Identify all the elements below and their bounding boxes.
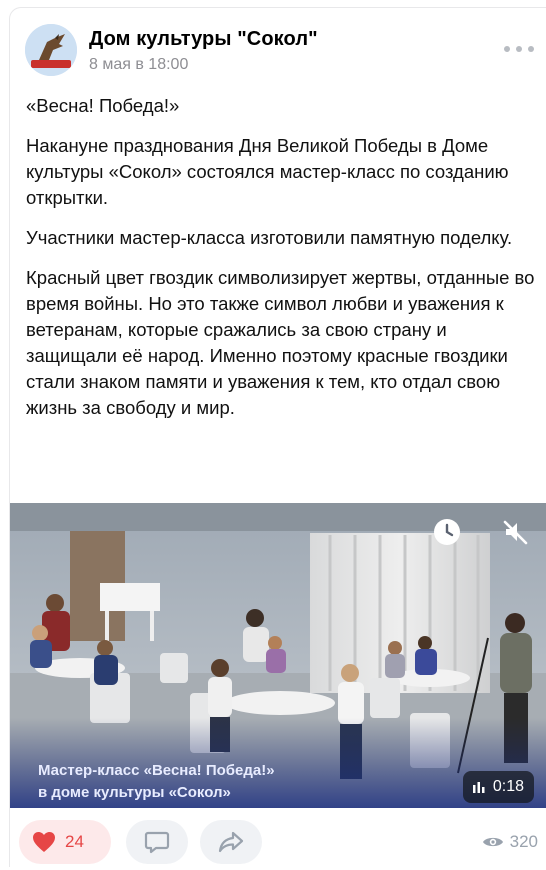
comment-icon <box>144 831 170 854</box>
post-paragraph: Участники мастер-класса изготовили памят… <box>26 227 513 248</box>
video-caption-line: в доме культуры «Сокол» <box>38 784 231 801</box>
author-name[interactable]: Дом культуры "Сокол" <box>89 28 318 51</box>
post-paragraph: Накануне празднования Дня Великой Победы… <box>26 135 509 208</box>
like-button[interactable]: 24 <box>19 820 111 864</box>
video-caption: Мастер-класс «Весна! Победа!» в доме кул… <box>38 760 275 804</box>
playback-bars-icon <box>472 782 485 793</box>
eye-icon <box>482 837 503 847</box>
avatar[interactable] <box>25 24 77 76</box>
post-date[interactable]: 8 мая в 18:00 <box>89 56 188 74</box>
video-duration: 0:18 <box>492 778 524 795</box>
video-player[interactable]: Мастер-класс «Весна! Победа!» в доме кул… <box>10 503 546 808</box>
more-dots-icon[interactable] <box>504 42 534 56</box>
mute-icon[interactable] <box>500 517 530 547</box>
video-caption-line: Мастер-класс «Весна! Победа!» <box>38 762 275 779</box>
share-button[interactable] <box>200 820 262 864</box>
views-count: 320 <box>509 832 538 851</box>
falcon-logo-icon <box>25 24 77 76</box>
post-header: Дом культуры "Сокол" 8 мая в 18:00 <box>25 22 546 78</box>
share-icon <box>218 831 244 853</box>
like-count: 24 <box>65 832 84 851</box>
comment-button[interactable] <box>126 820 188 864</box>
views-counter: 320 <box>482 832 538 852</box>
heart-icon <box>33 832 55 852</box>
video-duration-badge: 0:18 <box>462 771 534 803</box>
post-actions: 24 320 <box>10 820 546 866</box>
post-paragraph: «Весна! Победа!» <box>26 95 180 116</box>
post-paragraph: Красный цвет гвоздик символизирует жертв… <box>26 267 535 418</box>
clock-icon[interactable] <box>432 517 462 547</box>
post-text: «Весна! Победа!» Накануне празднования Д… <box>26 93 536 435</box>
post-card: Дом культуры "Сокол" 8 мая в 18:00 «Весн… <box>9 7 546 867</box>
